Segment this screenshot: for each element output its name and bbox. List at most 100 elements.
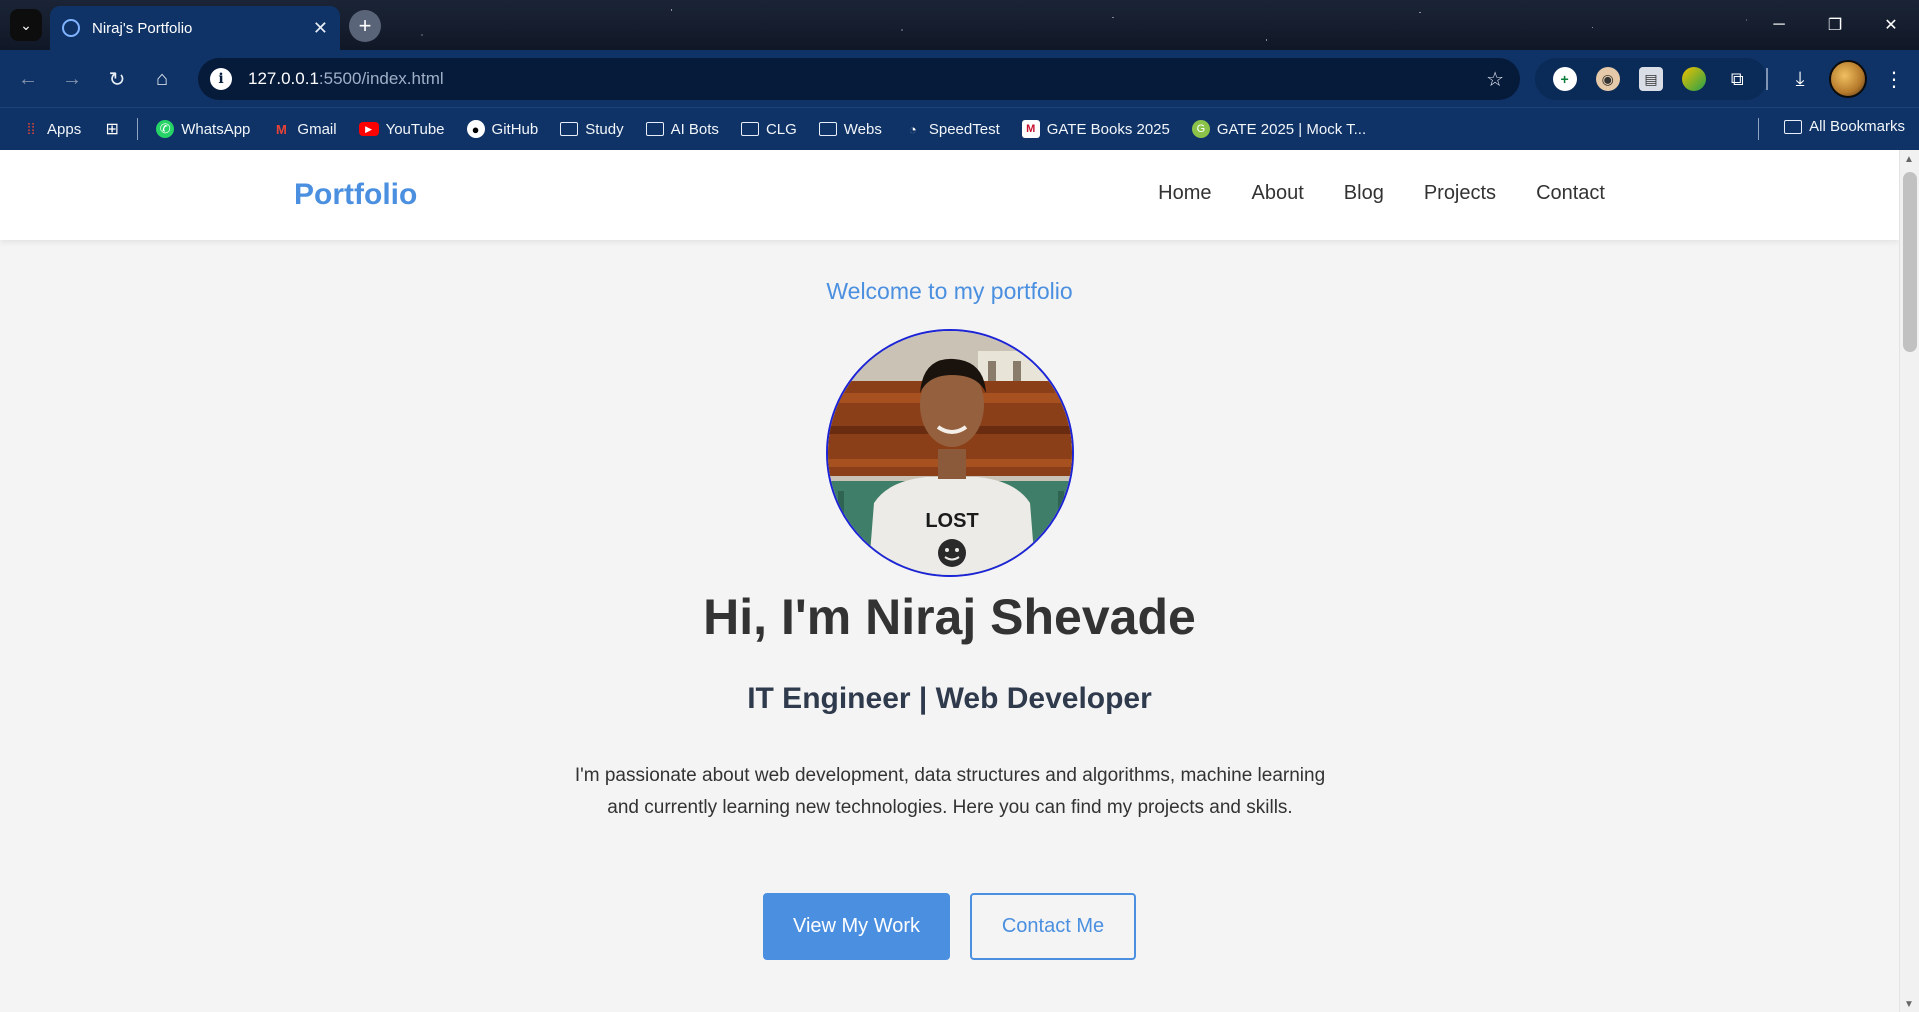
contact-me-button[interactable]: Contact Me <box>970 893 1136 960</box>
scroll-up-icon[interactable]: ▲ <box>1904 154 1914 165</box>
address-bar[interactable]: i 127.0.0.1:5500/index.html ☆ <box>198 58 1520 100</box>
tab-title: Niraj's Portfolio <box>92 19 193 37</box>
toolbar-divider <box>1766 68 1768 90</box>
gate-books-icon: M <box>1021 120 1040 138</box>
hero-heading: Hi, I'm Niraj Shevade <box>703 589 1196 645</box>
extension-colorful-icon[interactable] <box>1682 67 1707 91</box>
bookmark-label: WhatsApp <box>181 120 251 138</box>
close-icon[interactable]: ✕ <box>313 18 328 39</box>
close-window-button[interactable]: ✕ <box>1863 0 1919 50</box>
bookmark-apps[interactable]: ⁞⁞ Apps <box>22 120 81 138</box>
speedtest-icon: ◔ <box>908 121 917 137</box>
home-icon: ⌂ <box>155 67 169 90</box>
page-viewport: Portfolio Home About Blog Projects Conta… <box>0 150 1919 1012</box>
bookmark-label: Webs <box>843 120 882 138</box>
site-nav: Home About Blog Projects Contact <box>1158 182 1605 205</box>
close-icon: ✕ <box>1884 17 1898 34</box>
browser-titlebar: ⌄ Niraj's Portfolio ✕ + ─ ❐ ✕ <box>0 0 1919 50</box>
extensions-puzzle-icon[interactable]: ⧉ <box>1725 67 1749 91</box>
kebab-menu-icon: ⋮ <box>1884 68 1904 91</box>
forward-button[interactable]: → <box>56 63 88 95</box>
nav-link-blog[interactable]: Blog <box>1344 182 1384 205</box>
bookmark-clg[interactable]: CLG <box>740 120 797 138</box>
bookmark-study[interactable]: Study <box>560 120 624 138</box>
profile-photo: LOST <box>826 329 1074 577</box>
site-info-icon[interactable]: i <box>210 68 232 90</box>
bookmark-label: AI Bots <box>670 120 719 138</box>
apps-grid-icon: ⁞⁞ <box>26 120 36 138</box>
downloads-button[interactable]: ⤓ <box>1784 63 1816 95</box>
bookmark-gate-mock[interactable]: G GATE 2025 | Mock T... <box>1191 120 1366 138</box>
bookmark-webs[interactable]: Webs <box>818 120 882 138</box>
scroll-down-icon[interactable]: ▼ <box>1904 999 1914 1010</box>
browser-tab-active[interactable]: Niraj's Portfolio ✕ <box>50 6 340 50</box>
all-bookmarks-button[interactable]: All Bookmarks <box>1784 118 1905 135</box>
nav-link-contact[interactable]: Contact <box>1536 182 1605 205</box>
bookmark-gate-books[interactable]: M GATE Books 2025 <box>1021 120 1170 138</box>
arrow-left-icon: ← <box>18 67 38 90</box>
bookmarks-divider <box>1758 118 1759 140</box>
welcome-text: Welcome to my portfolio <box>826 278 1073 304</box>
restore-icon: ❐ <box>1827 17 1843 34</box>
bookmark-tab-groups[interactable]: ⊞ <box>103 120 121 138</box>
url-text: 127.0.0.1:5500/index.html <box>248 69 444 89</box>
bookmark-label: CLG <box>765 120 797 138</box>
bookmark-speedtest[interactable]: ◔ SpeedTest <box>904 120 1000 138</box>
tab-groups-icon: ⊞ <box>105 121 119 138</box>
extensions-group: + ◉ ▤ ⧉ <box>1535 58 1767 100</box>
new-tab-button[interactable]: + <box>349 10 381 42</box>
bookmarks-bar: ⁞⁞ Apps ⊞ ✆ WhatsApp M Gmail ▶ YouTube ●… <box>0 107 1919 150</box>
restore-button[interactable]: ❐ <box>1807 0 1863 50</box>
bookmark-gmail[interactable]: M Gmail <box>272 120 337 138</box>
window-controls: ─ ❐ ✕ <box>1751 0 1919 50</box>
arrow-right-icon: → <box>62 67 82 90</box>
bookmark-label: SpeedTest <box>928 120 1000 138</box>
all-bookmarks-label: All Bookmarks <box>1809 118 1905 135</box>
chevron-down-icon: ⌄ <box>20 16 32 33</box>
folder-icon <box>645 122 664 136</box>
add-extension-icon[interactable]: + <box>1552 67 1577 91</box>
download-icon: ⤓ <box>1795 67 1805 90</box>
folder-icon <box>818 122 837 136</box>
gate-mock-icon: G <box>1191 120 1210 138</box>
folder-icon <box>1784 119 1803 134</box>
plus-icon: + <box>358 13 372 38</box>
bookmarks-divider <box>137 118 139 140</box>
nav-link-home[interactable]: Home <box>1158 182 1211 205</box>
bookmark-youtube[interactable]: ▶ YouTube <box>358 120 445 138</box>
browser-menu-button[interactable]: ⋮ <box>1880 63 1908 95</box>
url-path: :5500/index.html <box>318 69 444 88</box>
tab-favicon-icon <box>62 19 80 37</box>
page-scrollbar[interactable]: ▲ ▼ <box>1899 150 1919 1012</box>
bookmark-label: Apps <box>47 120 82 138</box>
reload-icon: ↻ <box>108 68 126 91</box>
bookmark-label: YouTube <box>385 120 445 138</box>
back-button[interactable]: ← <box>12 63 44 95</box>
reload-button[interactable]: ↻ <box>101 63 133 95</box>
tab-search-button[interactable]: ⌄ <box>10 9 42 41</box>
hero-description: I'm passionate about web development, da… <box>574 765 1326 818</box>
bookmark-label: Study <box>585 120 624 138</box>
home-button[interactable]: ⌂ <box>146 63 178 95</box>
browser-toolbar: ← → ↻ ⌂ i 127.0.0.1:5500/index.html ☆ + … <box>0 50 1919 107</box>
nav-link-about[interactable]: About <box>1252 182 1304 205</box>
folder-icon <box>740 122 759 136</box>
view-my-work-button[interactable]: View My Work <box>763 893 950 960</box>
minimize-button[interactable]: ─ <box>1751 0 1807 50</box>
bookmark-whatsapp[interactable]: ✆ WhatsApp <box>156 120 250 138</box>
extension-face-icon[interactable]: ◉ <box>1595 67 1620 91</box>
nav-link-projects[interactable]: Projects <box>1424 182 1496 205</box>
bookmark-star-icon[interactable]: ☆ <box>1486 67 1504 92</box>
shirt-text: LOST <box>925 510 978 532</box>
extension-printer-icon[interactable]: ▤ <box>1638 67 1663 91</box>
bookmark-ai-bots[interactable]: AI Bots <box>645 120 719 138</box>
bookmark-github[interactable]: ● GitHub <box>466 120 538 138</box>
minimize-icon: ─ <box>1773 16 1785 33</box>
profile-avatar[interactable] <box>1829 60 1867 98</box>
bookmark-label: Gmail <box>297 120 337 138</box>
site-logo[interactable]: Portfolio <box>294 178 417 212</box>
folder-icon <box>560 122 579 136</box>
profile-photo-illustration: LOST <box>828 331 1072 575</box>
gmail-icon: M <box>275 121 287 137</box>
scrollbar-thumb[interactable] <box>1903 172 1917 352</box>
